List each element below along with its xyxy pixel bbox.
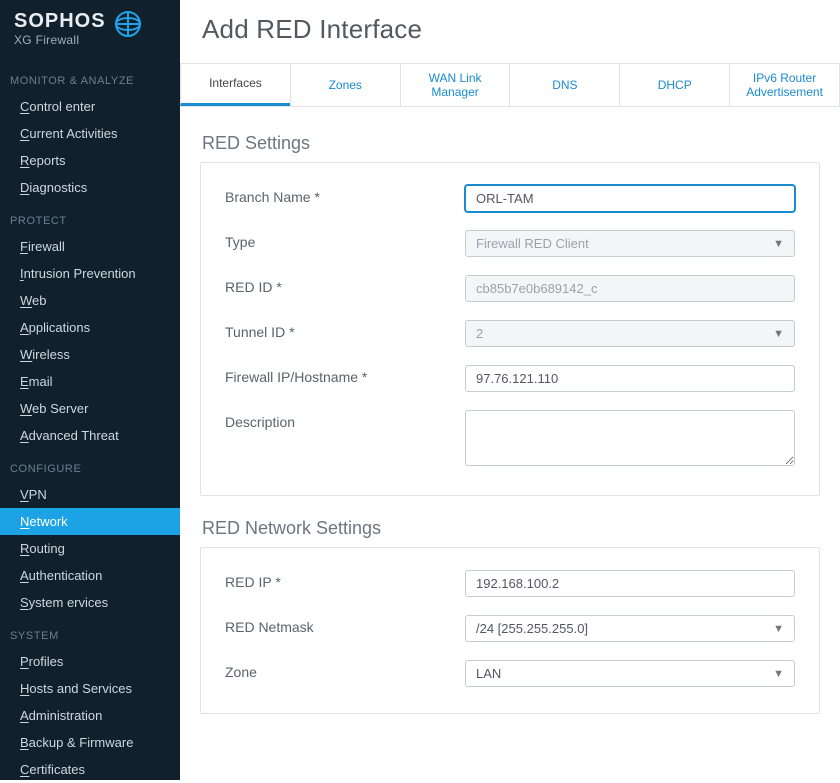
select-tunnel-id-value: 2 bbox=[476, 326, 483, 341]
label-description: Description bbox=[225, 410, 465, 430]
tab-wan-link-manager[interactable]: WAN Link Manager bbox=[400, 64, 510, 106]
sidebar-item-vpn[interactable]: VPN bbox=[0, 481, 180, 508]
input-red-ip[interactable] bbox=[465, 570, 795, 597]
select-red-netmask-value: /24 [255.255.255.0] bbox=[476, 621, 588, 636]
sidebar-item-wireless[interactable]: Wireless bbox=[0, 341, 180, 368]
label-zone: Zone bbox=[225, 660, 465, 680]
input-firewall-ip[interactable] bbox=[465, 365, 795, 392]
chevron-down-icon: ▼ bbox=[773, 328, 784, 340]
input-branch-name[interactable] bbox=[465, 185, 795, 212]
select-red-netmask[interactable]: /24 [255.255.255.0] ▼ bbox=[465, 615, 795, 642]
label-red-ip: RED IP * bbox=[225, 570, 465, 590]
sidebar-item-profiles[interactable]: Profiles bbox=[0, 648, 180, 675]
brand-subtitle: XG Firewall bbox=[14, 33, 106, 47]
input-red-id bbox=[465, 275, 795, 302]
chevron-down-icon: ▼ bbox=[773, 668, 784, 680]
sidebar-item-backup-firmware[interactable]: Backup & Firmware bbox=[0, 729, 180, 756]
sidebar-item-reports[interactable]: Reports bbox=[0, 147, 180, 174]
sidebar-item-email[interactable]: Email bbox=[0, 368, 180, 395]
panel-red-network: RED IP * RED Netmask /24 [255.255.255.0]… bbox=[200, 547, 820, 714]
label-red-netmask: RED Netmask bbox=[225, 615, 465, 635]
sidebar-item-control-center[interactable]: Control enter bbox=[0, 93, 180, 120]
sidebar-item-current-activities[interactable]: Current Activities bbox=[0, 120, 180, 147]
nav-group-title: SYSTEM bbox=[0, 616, 180, 648]
sidebar-item-administration[interactable]: Administration bbox=[0, 702, 180, 729]
sidebar: SOPHOS XG Firewall MONITOR & ANALYZECont… bbox=[0, 0, 180, 780]
label-tunnel-id: Tunnel ID * bbox=[225, 320, 465, 340]
label-firewall-ip: Firewall IP/Hostname * bbox=[225, 365, 465, 385]
tab-ipv6-router-advertisement[interactable]: IPv6 Router Advertisement bbox=[729, 64, 839, 106]
nav-group-title: MONITOR & ANALYZE bbox=[0, 61, 180, 93]
select-zone-value: LAN bbox=[476, 666, 501, 681]
nav-group-title: PROTECT bbox=[0, 201, 180, 233]
main-content: Add RED Interface InterfacesZonesWAN Lin… bbox=[180, 0, 840, 780]
sidebar-item-web[interactable]: Web bbox=[0, 287, 180, 314]
sidebar-item-certificates[interactable]: Certificates bbox=[0, 756, 180, 783]
select-type: Firewall RED Client ▼ bbox=[465, 230, 795, 257]
section-title-red-network: RED Network Settings bbox=[202, 518, 820, 539]
tab-zones[interactable]: Zones bbox=[290, 64, 400, 106]
sophos-logo-icon bbox=[114, 10, 142, 38]
chevron-down-icon: ▼ bbox=[773, 623, 784, 635]
tab-dns[interactable]: DNS bbox=[509, 64, 619, 106]
select-tunnel-id: 2 ▼ bbox=[465, 320, 795, 347]
sidebar-item-advanced-threat[interactable]: Advanced Threat bbox=[0, 422, 180, 449]
brand-title: SOPHOS bbox=[14, 10, 106, 33]
page-title: Add RED Interface bbox=[180, 0, 840, 63]
label-red-id: RED ID * bbox=[225, 275, 465, 295]
tab-bar: InterfacesZonesWAN Link ManagerDNSDHCPIP… bbox=[180, 63, 840, 107]
sidebar-item-routing[interactable]: Routing bbox=[0, 535, 180, 562]
tab-dhcp[interactable]: DHCP bbox=[619, 64, 729, 106]
tab-interfaces[interactable]: Interfaces bbox=[180, 64, 290, 106]
sidebar-item-intrusion-prevention[interactable]: Intrusion Prevention bbox=[0, 260, 180, 287]
nav-group-title: CONFIGURE bbox=[0, 449, 180, 481]
sidebar-item-diagnostics[interactable]: Diagnostics bbox=[0, 174, 180, 201]
label-branch-name: Branch Name * bbox=[225, 185, 465, 205]
textarea-description[interactable] bbox=[465, 410, 795, 466]
sidebar-item-system-services[interactable]: System ervices bbox=[0, 589, 180, 616]
select-type-value: Firewall RED Client bbox=[476, 236, 589, 251]
select-zone[interactable]: LAN ▼ bbox=[465, 660, 795, 687]
sidebar-item-authentication[interactable]: Authentication bbox=[0, 562, 180, 589]
sidebar-item-network[interactable]: Network bbox=[0, 508, 180, 535]
section-title-red-settings: RED Settings bbox=[202, 133, 820, 154]
sidebar-item-hosts-and-services[interactable]: Hosts and Services bbox=[0, 675, 180, 702]
sidebar-item-web-server[interactable]: Web Server bbox=[0, 395, 180, 422]
sidebar-item-firewall[interactable]: Firewall bbox=[0, 233, 180, 260]
label-type: Type bbox=[225, 230, 465, 250]
brand-block: SOPHOS XG Firewall bbox=[0, 0, 180, 61]
panel-red-settings: Branch Name * Type Firewall RED Client ▼… bbox=[200, 162, 820, 496]
chevron-down-icon: ▼ bbox=[773, 238, 784, 250]
sidebar-item-applications[interactable]: Applications bbox=[0, 314, 180, 341]
